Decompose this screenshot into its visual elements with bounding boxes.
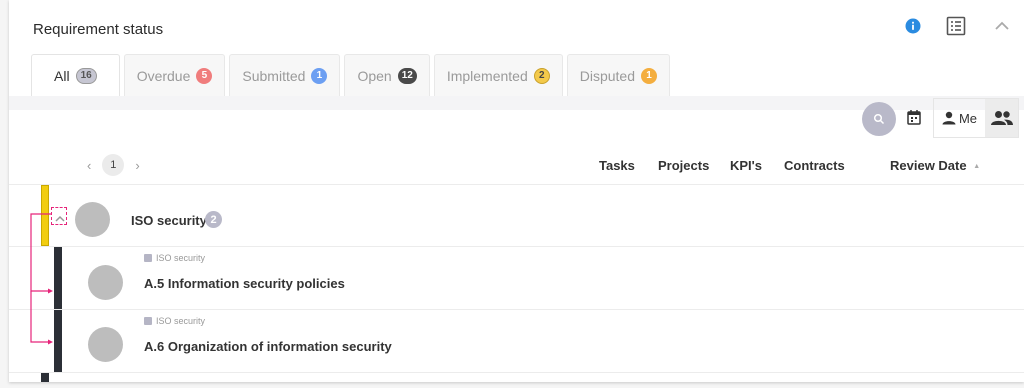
tab-count-badge: 16: [75, 67, 97, 84]
tab-implemented[interactable]: Implemented 2: [433, 54, 563, 96]
tab-count-badge: 12: [397, 67, 417, 84]
divider: [9, 309, 1024, 310]
requirement-status-panel: Requirement status All 16 Overdue 5 Subm…: [9, 0, 1024, 382]
tab-label: Submitted: [242, 67, 306, 84]
group-name: ISO security: [131, 213, 207, 228]
tab-count-badge: 1: [641, 67, 658, 84]
column-header-projects[interactable]: Projects: [658, 158, 709, 173]
tab-open[interactable]: Open 12: [344, 54, 430, 96]
status-bar-dark: [41, 373, 49, 382]
tab-label: Overdue: [136, 67, 191, 84]
breadcrumb: ISO security: [144, 316, 205, 326]
column-header-review-date[interactable]: Review Date ▲: [890, 158, 980, 173]
list-view-icon[interactable]: [945, 15, 967, 37]
tab-count-badge: 2: [533, 67, 550, 84]
current-page[interactable]: 1: [102, 154, 125, 176]
chevron-up-icon[interactable]: [994, 19, 1010, 33]
sort-ascending-icon: ▲: [973, 163, 981, 170]
avatar: [75, 202, 110, 237]
column-header-tasks[interactable]: Tasks: [599, 158, 635, 173]
breadcrumb-label: ISO security: [156, 253, 206, 263]
avatar: [88, 265, 123, 300]
avatar: [88, 327, 123, 362]
column-header-contracts[interactable]: Contracts: [784, 158, 845, 173]
divider: [9, 246, 1024, 247]
pagination: ‹ 1 ›: [87, 154, 140, 176]
group-count-badge: 2: [205, 211, 222, 228]
tab-count-badge: 1: [311, 67, 328, 84]
requirement-name: A.5 Information security policies: [144, 276, 345, 291]
tab-overdue[interactable]: Overdue 5: [123, 54, 226, 96]
tab-label: Disputed: [579, 67, 636, 84]
info-icon[interactable]: [905, 18, 921, 34]
status-tabs: All 16 Overdue 5 Submitted 1 Open 12 Imp…: [31, 54, 674, 96]
filter-me-label: Me: [958, 110, 978, 126]
review-date-label: Review Date: [890, 158, 967, 173]
tab-count-badge: 5: [196, 67, 213, 84]
column-header-kpis[interactable]: KPI's: [730, 158, 762, 173]
people-group-icon: [990, 111, 1013, 125]
divider: [9, 372, 1024, 373]
requirement-icon: [144, 317, 152, 325]
tab-label: Open: [357, 67, 392, 84]
assignee-filter-toggle: Me: [933, 98, 1019, 138]
next-page-button[interactable]: ›: [135, 158, 139, 173]
tab-label: Implemented: [446, 67, 528, 84]
tab-disputed[interactable]: Disputed 1: [566, 54, 671, 96]
breadcrumb: ISO security: [144, 253, 205, 263]
search-button[interactable]: [862, 102, 896, 136]
prev-page-button[interactable]: ‹: [87, 158, 91, 173]
person-icon: [942, 111, 956, 125]
tab-submitted[interactable]: Submitted 1: [229, 54, 341, 96]
divider: [9, 184, 1024, 185]
requirement-name: A.6 Organization of information security: [144, 339, 392, 354]
filter-me-button[interactable]: Me: [934, 99, 985, 137]
search-icon: [873, 113, 885, 125]
calendar-icon[interactable]: [907, 109, 921, 130]
hierarchy-arrows: [30, 213, 53, 345]
requirement-icon: [144, 254, 152, 262]
filter-everyone-button[interactable]: [985, 99, 1018, 137]
breadcrumb-label: ISO security: [156, 316, 206, 326]
